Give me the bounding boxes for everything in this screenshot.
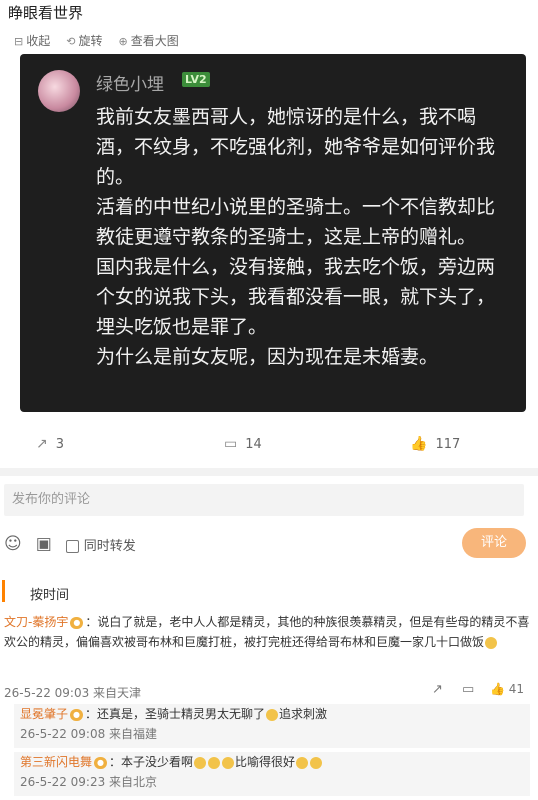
emoji-icon — [310, 756, 323, 769]
checkbox-box[interactable] — [65, 539, 79, 553]
comment-stat[interactable]: ▭ 14 — [224, 436, 262, 452]
reply-meta: 26-5-22 09:23 来自北京 — [20, 775, 158, 789]
repost-stat[interactable]: ↗ 3 — [36, 436, 64, 452]
rotate-button[interactable]: ⟲ 旋转 — [66, 32, 102, 49]
emoji-icon[interactable]: ☺ — [4, 534, 22, 554]
reply-author[interactable]: 第三新闪电舞 — [20, 755, 92, 769]
reply-tail: 比喻得很好 — [235, 755, 296, 769]
sort-by-time-tab[interactable]: 按时间 — [30, 584, 69, 603]
comment-icon: ▭ — [224, 436, 238, 452]
divider — [0, 468, 538, 476]
post-paragraph: 国内我是什么，没有接触，我去吃个饭，旁边两个女的说我下头，我看都没看一眼，就下头… — [96, 256, 496, 338]
image-toolbar: ⊟ 收起 ⟲ 旋转 ⊕ 查看大图 — [14, 32, 179, 49]
emoji-icon — [266, 708, 279, 721]
emoji-icon — [222, 756, 235, 769]
collapse-icon: ⊟ — [14, 35, 24, 48]
composer-tools: ☺ ▣ 同时转发 — [4, 534, 136, 554]
magnify-icon: ⊕ — [118, 35, 128, 48]
comment-reply-icon[interactable]: ▭ — [462, 682, 474, 697]
image-icon[interactable]: ▣ — [36, 534, 52, 554]
reply-item: 第三新闪电舞 ● ：本子没少看啊 比喻得很好 26-5-22 09:23 来自北京 — [14, 752, 530, 796]
comment-like[interactable]: 👍 41 — [490, 682, 524, 696]
member-badge: ● — [70, 708, 83, 721]
comment-input[interactable]: 发布你的评论 — [4, 484, 524, 516]
avatar — [38, 70, 80, 112]
thumbs-up-icon: 👍 — [490, 682, 505, 696]
post-caption: 睁眼看世界 — [8, 4, 84, 22]
emoji-icon — [208, 756, 221, 769]
emoji-icon — [194, 756, 207, 769]
level-badge: LV2 — [182, 72, 210, 87]
thumbs-up-icon: 👍 — [410, 436, 428, 452]
comment-text: ：说白了就是，老中人人都是精灵，其他的种族很羡慕精灵，但是有些母的精灵不喜欢公的… — [4, 615, 530, 649]
post-text: 我前女友墨西哥人，她惊讶的是什么，我不喝酒，不纹身，不吃强化剂，她爷爷是如何评价… — [96, 102, 508, 372]
reply-text: ：本子没少看啊 — [109, 755, 194, 769]
reply-text: ：还真是，圣骑士精灵男太无聊了 — [85, 707, 266, 721]
submit-comment-button[interactable]: 评论 — [462, 528, 526, 558]
post-username: 绿色小埋 — [96, 75, 164, 95]
post-paragraph: 活着的中世纪小说里的圣骑士。一个不信教却比教徒更遵守教条的圣骑士，这是上帝的赠礼… — [96, 196, 496, 248]
reply-tail: 追求刺激 — [279, 707, 328, 721]
comment-author[interactable]: 文刀-蓁扬宇 — [4, 615, 68, 629]
member-badge: ● — [94, 756, 107, 769]
comment-meta: 26-5-22 09:03 来自天津 — [4, 686, 142, 700]
sort-marker — [2, 580, 5, 602]
collect-button[interactable]: ⊟ 收起 — [14, 32, 50, 49]
post-paragraph: 我前女友墨西哥人，她惊讶的是什么，我不喝酒，不纹身，不吃强化剂，她爷爷是如何评价… — [96, 106, 496, 188]
emoji-icon — [485, 636, 498, 649]
post-paragraph: 为什么是前女友呢，因为现在是未婚妻。 — [96, 346, 439, 368]
repost-checkbox[interactable]: 同时转发 — [65, 535, 136, 554]
emoji-icon — [296, 756, 309, 769]
reply-meta: 26-5-22 09:08 来自福建 — [20, 727, 158, 741]
reply-author[interactable]: 显冕肇子 — [20, 707, 68, 721]
member-badge: ● — [70, 616, 84, 629]
view-large-button[interactable]: ⊕ 查看大图 — [118, 32, 178, 49]
share-icon: ↗ — [36, 436, 48, 452]
comment-share-icon[interactable]: ↗ — [432, 682, 443, 697]
like-stat[interactable]: 👍 117 — [410, 436, 460, 452]
rotate-icon: ⟲ — [66, 35, 76, 48]
comment-item: 文刀-蓁扬宇 ● ：说白了就是，老中人人都是精灵，其他的种族很羡慕精灵，但是有些母的… — [4, 612, 534, 652]
reply-item: 显冕肇子 ● ：还真是，圣骑士精灵男太无聊了 追求刺激 26-5-22 09:08 来… — [14, 704, 530, 748]
